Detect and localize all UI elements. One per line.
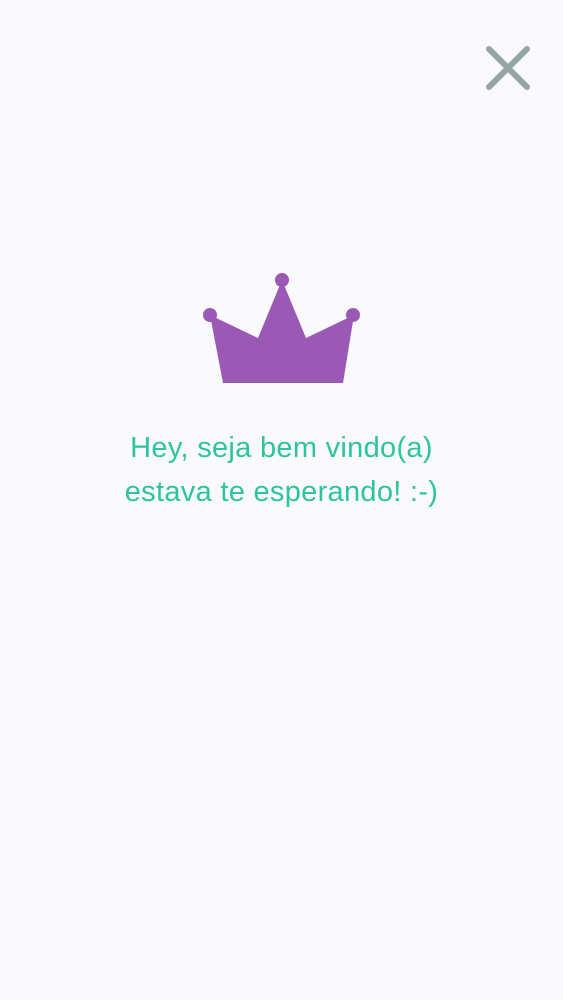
close-icon bbox=[486, 46, 530, 90]
crown-icon bbox=[200, 270, 364, 388]
welcome-message: Hey, seja bem vindo(a) estava te esperan… bbox=[0, 426, 563, 514]
welcome-screen: Hey, seja bem vindo(a) estava te esperan… bbox=[0, 0, 563, 1000]
welcome-line-1: Hey, seja bem vindo(a) bbox=[130, 432, 433, 464]
welcome-line-2: estava te esperando! :-) bbox=[124, 476, 439, 508]
close-button[interactable] bbox=[480, 40, 536, 96]
